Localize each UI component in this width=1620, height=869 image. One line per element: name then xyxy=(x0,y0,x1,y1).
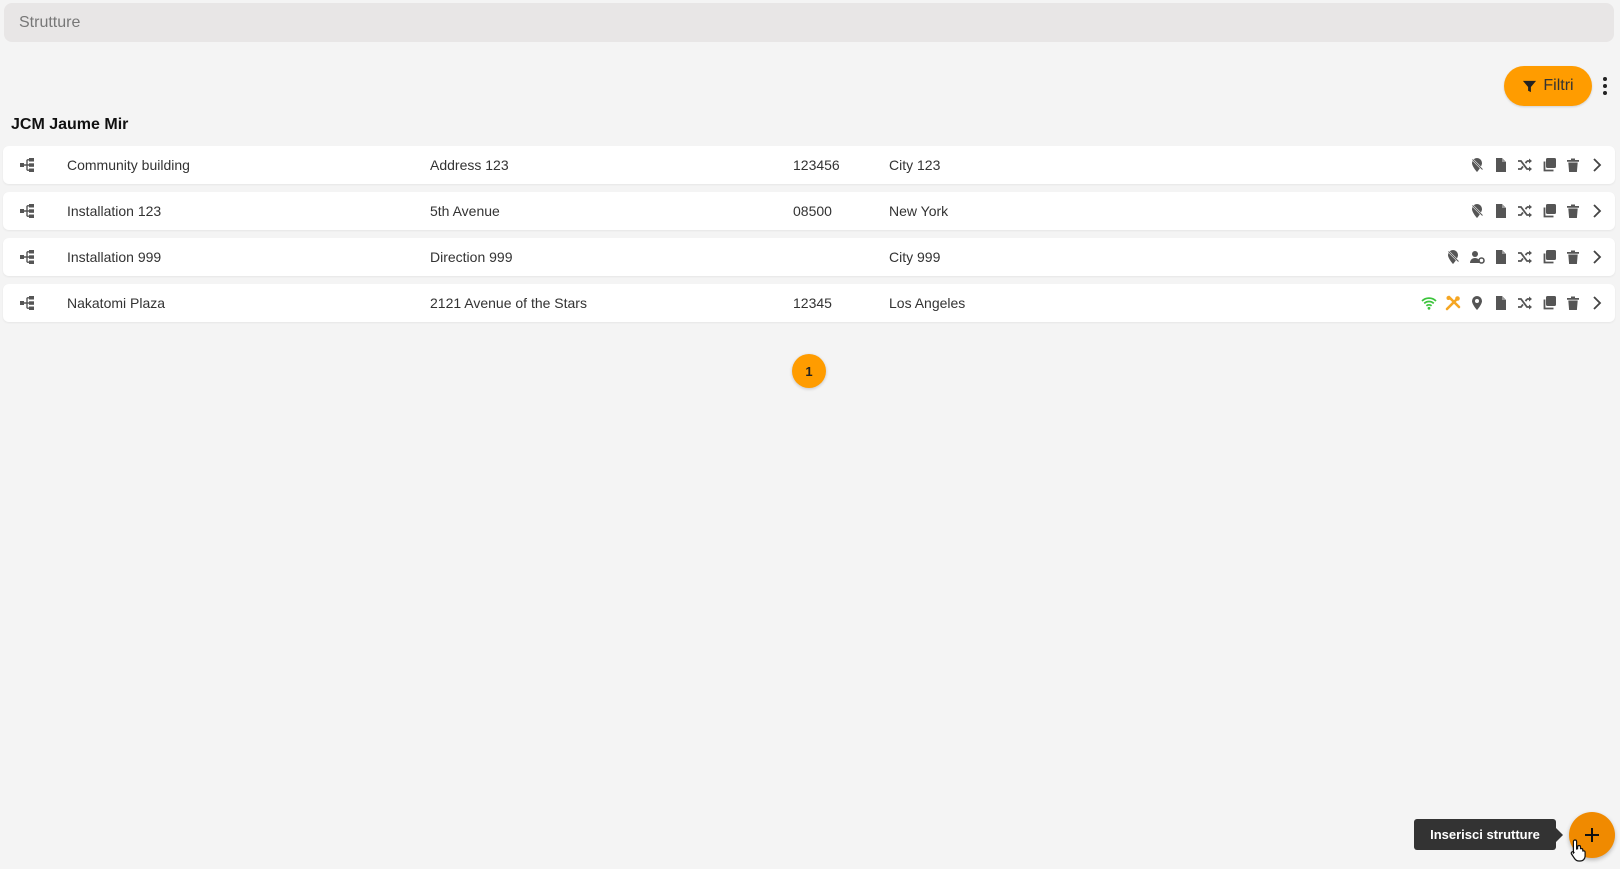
chevron-right-icon[interactable] xyxy=(1589,203,1605,219)
chevron-right-icon[interactable] xyxy=(1589,249,1605,265)
location-pin-icon[interactable] xyxy=(1469,295,1485,311)
row-actions xyxy=(1469,146,1605,184)
structure-name: Installation 123 xyxy=(67,203,162,219)
shuffle-icon[interactable] xyxy=(1517,249,1533,265)
copy-icon[interactable] xyxy=(1541,157,1557,173)
table-row[interactable]: Nakatomi Plaza 2121 Avenue of the Stars 12… xyxy=(3,284,1615,322)
tree-structure-icon xyxy=(20,250,34,264)
copy-icon[interactable] xyxy=(1541,203,1557,219)
shuffle-icon[interactable] xyxy=(1517,157,1533,173)
user-gear-icon[interactable] xyxy=(1469,249,1485,265)
copy-icon[interactable] xyxy=(1541,295,1557,311)
trash-icon[interactable] xyxy=(1565,157,1581,173)
location-slash-icon[interactable] xyxy=(1469,157,1485,173)
tree-structure-icon xyxy=(20,296,34,310)
trash-icon[interactable] xyxy=(1565,295,1581,311)
trash-icon[interactable] xyxy=(1565,249,1581,265)
group-title: JCM Jaume Mir xyxy=(11,116,129,133)
tree-structure-icon xyxy=(20,158,34,172)
shuffle-icon[interactable] xyxy=(1517,203,1533,219)
filter-button-label: Filtri xyxy=(1543,77,1574,94)
structure-list: Community building Address 123 123456 City … xyxy=(3,146,1615,330)
structure-city: City 999 xyxy=(889,249,941,265)
structure-city: City 123 xyxy=(889,157,941,173)
structure-name: Community building xyxy=(67,157,190,173)
table-row[interactable]: Community building Address 123 123456 City … xyxy=(3,146,1615,184)
trash-icon[interactable] xyxy=(1565,203,1581,219)
tools-icon[interactable] xyxy=(1445,295,1461,311)
structure-zip: 123456 xyxy=(793,157,840,173)
shuffle-icon[interactable] xyxy=(1517,295,1533,311)
tree-structure-icon xyxy=(20,204,34,218)
more-options-icon[interactable] xyxy=(1598,74,1612,98)
structure-address: Address 123 xyxy=(430,157,509,173)
file-icon[interactable] xyxy=(1493,295,1509,311)
structure-city: New York xyxy=(889,203,949,219)
table-row[interactable]: Installation 999 Direction 999 City 999 xyxy=(3,238,1615,276)
filter-icon xyxy=(1523,80,1537,92)
wifi-icon[interactable] xyxy=(1421,295,1437,311)
structure-zip: 08500 xyxy=(793,203,832,219)
structure-city: Los Angeles xyxy=(889,295,966,311)
hand-cursor-icon xyxy=(1570,839,1586,862)
fab-tooltip: Inserisci strutture xyxy=(1414,819,1563,850)
location-slash-icon[interactable] xyxy=(1469,203,1485,219)
filter-button[interactable]: Filtri xyxy=(1504,66,1592,106)
search-input[interactable] xyxy=(4,3,1614,42)
structure-address: Direction 999 xyxy=(430,249,513,265)
table-row[interactable]: Installation 123 5th Avenue 08500 New York xyxy=(3,192,1615,230)
copy-icon[interactable] xyxy=(1541,249,1557,265)
structure-zip: 12345 xyxy=(793,295,832,311)
row-actions xyxy=(1469,192,1605,230)
structure-name: Nakatomi Plaza xyxy=(67,295,166,311)
chevron-right-icon[interactable] xyxy=(1589,295,1605,311)
pagination-page-1[interactable]: 1 xyxy=(792,354,826,388)
file-icon[interactable] xyxy=(1493,203,1509,219)
structure-address: 2121 Avenue of the Stars xyxy=(430,295,587,311)
file-icon[interactable] xyxy=(1493,249,1509,265)
row-actions xyxy=(1445,238,1605,276)
row-actions xyxy=(1421,284,1605,322)
chevron-right-icon[interactable] xyxy=(1589,157,1605,173)
structure-address: 5th Avenue xyxy=(430,203,500,219)
file-icon[interactable] xyxy=(1493,157,1509,173)
location-slash-icon[interactable] xyxy=(1445,249,1461,265)
structure-name: Installation 999 xyxy=(67,249,162,265)
